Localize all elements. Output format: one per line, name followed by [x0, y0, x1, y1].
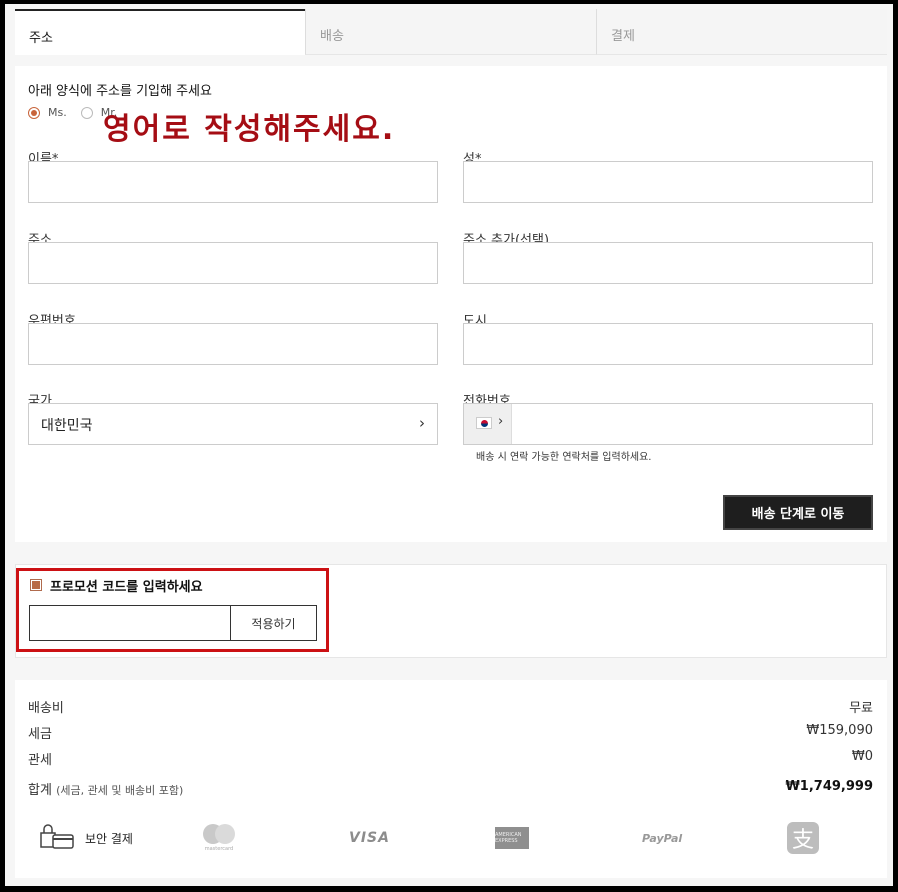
- shipping-label: 배송비: [28, 701, 64, 716]
- checkout-frame: 주소 배송 결제 아래 양식에 주소를 기입해 주세요 Ms. Mr. 영어로 …: [5, 4, 893, 886]
- promo-checkbox[interactable]: [30, 579, 42, 591]
- korea-flag-icon: [476, 417, 492, 429]
- order-summary: 배송비 무료 세금 ₩159,090 관세 ₩0 합계 (세금, 관세 및 배송…: [15, 680, 887, 878]
- lock-card-icon: [40, 824, 74, 849]
- country-value: 대한민국: [41, 418, 93, 434]
- tab-payment[interactable]: 결제: [596, 9, 887, 55]
- address-input[interactable]: [28, 242, 438, 284]
- last-name-input[interactable]: [463, 161, 873, 203]
- secure-payment-label: 보안 결제: [85, 831, 133, 846]
- paypal-logo: PayPal: [642, 818, 682, 858]
- postcode-input[interactable]: [28, 323, 438, 365]
- promo-code-input[interactable]: [29, 605, 231, 641]
- mastercard-logo: mastercard: [203, 818, 235, 858]
- visa-text: VISA: [349, 830, 390, 846]
- form-title: 아래 양식에 주소를 기입해 주세요: [28, 84, 212, 99]
- radio-ms[interactable]: [28, 106, 40, 119]
- duty-row: 관세 ₩0: [28, 749, 873, 768]
- chevron-right-icon: ›: [419, 414, 425, 432]
- paypal-text: PayPal: [642, 831, 683, 845]
- amex-icon: AMERICAN EXPRESS: [495, 827, 529, 849]
- tax-label: 세금: [28, 727, 52, 742]
- city-input[interactable]: [463, 323, 873, 365]
- english-note-annotation: 영어로 작성해주세요.: [103, 112, 396, 147]
- radio-ms-label: Ms.: [48, 106, 67, 119]
- total-row: 합계 (세금, 관세 및 배송비 포함) ₩1,749,999: [28, 779, 873, 798]
- amex-logo: AMERICAN EXPRESS: [495, 818, 529, 858]
- address2-input[interactable]: [463, 242, 873, 284]
- mastercard-icon: [203, 824, 235, 846]
- checkout-steps: 주소 배송 결제: [15, 9, 887, 55]
- total-subtext: (세금, 관세 및 배송비 포함): [56, 784, 184, 797]
- apply-promo-button[interactable]: 적용하기: [230, 605, 317, 641]
- tax-value: ₩159,090: [806, 723, 873, 738]
- payment-methods: 보안 결제 mastercard VISA AMERICAN EXPRESS P…: [35, 818, 855, 858]
- chevron-right-icon: ›: [498, 414, 504, 429]
- alipay-logo: 支: [787, 818, 819, 858]
- duty-value: ₩0: [851, 749, 873, 764]
- total-label-group: 합계 (세금, 관세 및 배송비 포함): [28, 779, 183, 798]
- duty-label: 관세: [28, 753, 52, 768]
- total-value: ₩1,749,999: [785, 779, 873, 794]
- tab-shipping[interactable]: 배송: [305, 9, 596, 55]
- address-form: 아래 양식에 주소를 기입해 주세요 Ms. Mr. 영어로 작성해주세요. 이…: [15, 66, 887, 542]
- first-name-input[interactable]: [28, 161, 438, 203]
- tab-address[interactable]: 주소: [15, 9, 305, 55]
- promo-label: 프로모션 코드를 입력하세요: [50, 580, 203, 595]
- country-select[interactable]: 대한민국 ›: [28, 403, 438, 445]
- phone-country-picker[interactable]: ›: [464, 404, 512, 444]
- shipping-value: 무료: [849, 701, 873, 716]
- shipping-row: 배송비 무료: [28, 697, 873, 716]
- phone-hint: 배송 시 연락 가능한 연락처를 입력하세요.: [476, 452, 652, 463]
- alipay-icon: 支: [787, 822, 819, 854]
- secure-payment: 보안 결제: [39, 818, 133, 858]
- radio-mr[interactable]: [80, 106, 93, 119]
- mastercard-text: mastercard: [204, 846, 234, 852]
- go-to-shipping-button[interactable]: 배송 단계로 이동: [723, 495, 873, 530]
- visa-logo: VISA: [349, 818, 390, 858]
- phone-input[interactable]: ›: [463, 403, 873, 445]
- total-label: 합계: [28, 783, 52, 798]
- tax-row: 세금 ₩159,090: [28, 723, 873, 742]
